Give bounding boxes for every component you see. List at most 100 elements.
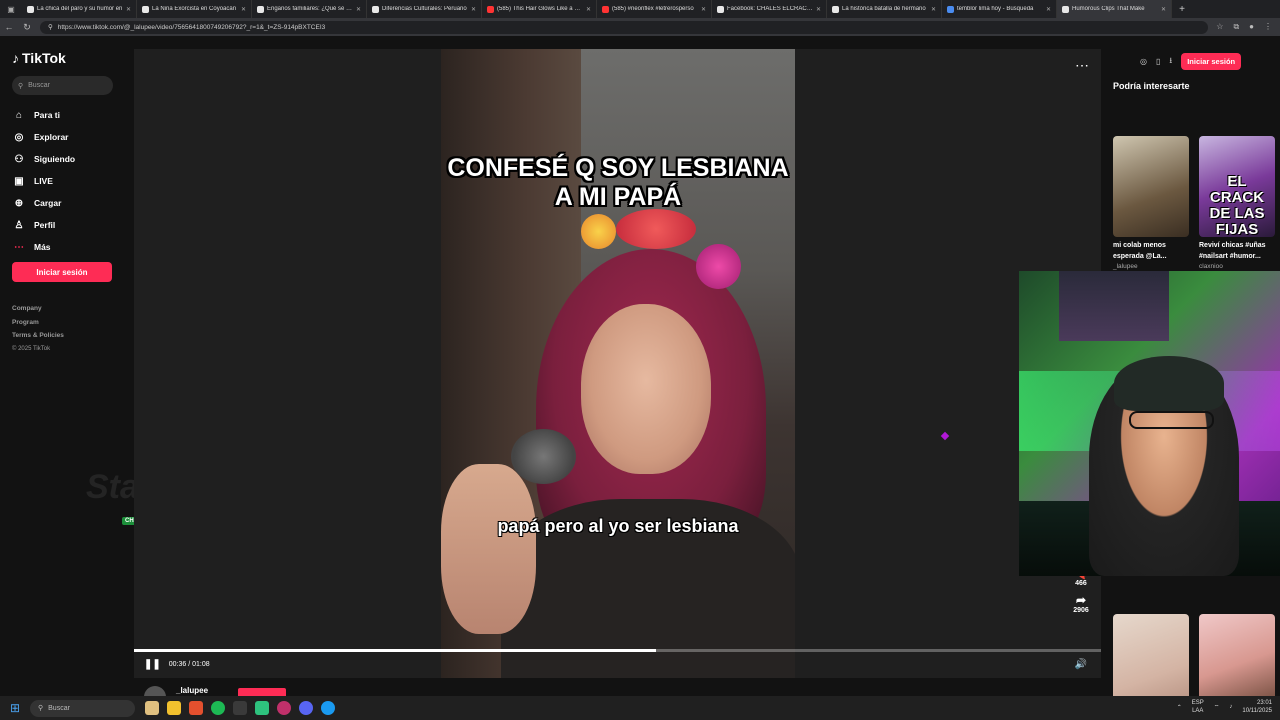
tab-close-icon[interactable]: ✕ xyxy=(126,6,131,13)
edge-icon[interactable] xyxy=(321,701,335,715)
device-icon[interactable]: ▯ xyxy=(1156,57,1160,66)
nav-item-más[interactable]: ⋯ Más xyxy=(12,236,122,258)
footer-link-terms[interactable]: Terms & Policies xyxy=(12,329,64,343)
nav-label: Perfil xyxy=(34,220,56,230)
taskbar-search[interactable]: ⚲ Buscar xyxy=(30,699,135,717)
nav-item-explorar[interactable]: ◎ Explorar xyxy=(12,126,122,148)
tab-title: Engaños familiares: ¿Qué se sie xyxy=(267,6,353,12)
site-info-icon[interactable]: ⚲ xyxy=(48,23,53,31)
sidebar: ♪ TikTok ⚲ Buscar ⌂ Para ti ◎ Explorar ⚇ Sigu… xyxy=(0,36,153,696)
video-hand xyxy=(441,464,536,634)
more-options-icon[interactable]: ⋯ xyxy=(1075,57,1089,74)
footer-link-company[interactable]: Company xyxy=(12,302,64,316)
taskbar-app-green-icon[interactable] xyxy=(255,701,269,715)
webcam-glasses xyxy=(1129,411,1214,429)
tab-close-icon[interactable]: ✕ xyxy=(1161,6,1166,13)
tab-close-icon[interactable]: ✕ xyxy=(586,6,591,13)
tab-close-icon[interactable]: ✕ xyxy=(701,6,706,13)
profile-icon[interactable]: ● xyxy=(1249,22,1254,32)
video-frame[interactable]: CONFESÉ Q SOY LESBIANA A MI PAPÁ papá pe… xyxy=(441,49,795,678)
brave-icon[interactable] xyxy=(189,701,203,715)
share-action[interactable]: ➦ 2906 xyxy=(1073,593,1089,614)
login-button[interactable]: Iniciar sesión xyxy=(12,262,112,282)
nav-item-siguiendo[interactable]: ⚇ Siguiendo xyxy=(12,148,122,170)
file-explorer-icon[interactable] xyxy=(167,701,181,715)
nav-item-para-ti[interactable]: ⌂ Para ti xyxy=(12,104,122,126)
language-indicator[interactable]: ESP LAA xyxy=(1192,699,1204,715)
spotify-icon[interactable] xyxy=(211,701,225,715)
nav-label: Explorar xyxy=(34,132,69,142)
browser-tab[interactable]: La histórica batalla de hermano ✕ xyxy=(827,0,942,18)
progress-bar[interactable] xyxy=(134,649,1101,652)
tab-title: temblor lima hoy - Búsqueda xyxy=(957,6,1034,12)
tab-close-icon[interactable]: ✕ xyxy=(471,6,476,13)
nav-label: LIVE xyxy=(34,176,53,186)
webcam-poster xyxy=(1059,271,1169,341)
taskbar-clock[interactable]: 23:01 10/11/2025 xyxy=(1242,699,1272,715)
reload-icon[interactable]: ↻ xyxy=(18,22,36,33)
tiktok-page: ♪ TikTok ⚲ Buscar ⌂ Para ti ◎ Explorar ⚇ Sigu… xyxy=(0,36,1280,715)
search-input[interactable]: ⚲ Buscar xyxy=(12,76,113,95)
browser-tab[interactable]: (585) #neonflex #letrerosperso ✕ xyxy=(597,0,712,18)
new-tab-button[interactable]: + xyxy=(1172,4,1192,15)
amd-icon[interactable] xyxy=(233,701,247,715)
nav-label: Más xyxy=(34,242,51,252)
taskbar-apps xyxy=(145,701,335,715)
browser-tab[interactable]: La Niña Exorcista en Coyoacán ✕ xyxy=(137,0,252,18)
download-icon[interactable]: ⭳ xyxy=(1169,55,1172,69)
discord-icon[interactable] xyxy=(299,701,313,715)
tab-close-icon[interactable]: ✕ xyxy=(356,6,361,13)
browser-tab[interactable]: Diferencias Culturales: Peruano ✕ xyxy=(367,0,482,18)
menu-icon[interactable]: ⋮ xyxy=(1264,22,1272,32)
card-author[interactable]: claxnioo xyxy=(1199,263,1275,270)
author-name[interactable]: _lalupee xyxy=(176,686,208,695)
nav-item-live[interactable]: ▣ LIVE xyxy=(12,170,122,192)
browser-tab[interactable]: La chica del paro y su humor en ✕ xyxy=(22,0,137,18)
recommended-video-card[interactable]: mi colab menos esperada @La... _lalupee xyxy=(1113,136,1189,270)
speaker-icon[interactable]: ♪ xyxy=(1229,704,1232,710)
browser-tab[interactable]: Engaños familiares: ¿Qué se sie ✕ xyxy=(252,0,367,18)
recommended-video-card[interactable]: EL CRACK DE LAS FIJAS Reviví chicas #uñas… xyxy=(1199,136,1275,270)
windows-start-icon[interactable]: ⊞ xyxy=(0,701,30,715)
footer-link-program[interactable]: Program xyxy=(12,316,64,330)
tab-actions-icon[interactable]: ▣ xyxy=(0,0,22,18)
nav-label: Para ti xyxy=(34,110,60,120)
tray-chevron-icon[interactable]: ⌃ xyxy=(1177,704,1182,711)
nav-item-perfil[interactable]: ♙ Perfil xyxy=(12,214,122,236)
url-field[interactable]: ⚲ https://www.tiktok.com/@_lalupee/video… xyxy=(40,20,1209,34)
video-thumbnail[interactable]: EL CRACK DE LAS FIJAS xyxy=(1199,136,1275,237)
logo-text: TikTok xyxy=(22,50,66,66)
wifi-icon[interactable]: ⌔ xyxy=(1214,703,1220,711)
video-player[interactable]: CONFESÉ Q SOY LESBIANA A MI PAPÁ papá pe… xyxy=(134,49,1101,678)
taskbar-app-widget-icon[interactable] xyxy=(145,701,159,715)
browser-tab[interactable]: (585) This Hair Glows Like a Rai ✕ xyxy=(482,0,597,18)
tab-close-icon[interactable]: ✕ xyxy=(1046,6,1051,13)
bookmark-star-icon[interactable]: ☆ xyxy=(1216,22,1223,32)
browser-tab[interactable]: Facebook: CHALES ELCRACK #l ✕ xyxy=(712,0,827,18)
extensions-icon[interactable]: ⧉ xyxy=(1233,22,1239,32)
browser-tab[interactable]: Humorous Clips That Make ✕ xyxy=(1057,0,1172,18)
volume-icon[interactable]: 🔊 xyxy=(1075,659,1087,670)
compass-icon: ◎ xyxy=(14,131,24,143)
sidebar-footer: Company Program Terms & Policies © 2025 … xyxy=(12,302,64,356)
nav-item-cargar[interactable]: ⊕ Cargar xyxy=(12,192,122,214)
video-face xyxy=(581,304,711,474)
browser-tab[interactable]: temblor lima hoy - Búsqueda ✕ xyxy=(942,0,1057,18)
video-thumbnail[interactable] xyxy=(1113,136,1189,237)
lang-layout: LAA xyxy=(1192,708,1204,714)
card-author[interactable]: _lalupee xyxy=(1113,263,1189,270)
card-caption: mi colab menos esperada @La... xyxy=(1113,242,1167,260)
tiktok-logo[interactable]: ♪ TikTok xyxy=(12,50,66,66)
tab-title: Facebook: CHALES ELCRACK #l xyxy=(727,6,813,12)
tab-close-icon[interactable]: ✕ xyxy=(931,6,936,13)
tab-title: Diferencias Culturales: Peruano xyxy=(382,6,467,12)
coins-icon[interactable]: ◎ xyxy=(1140,57,1147,66)
pause-icon[interactable]: ❚❚ xyxy=(144,659,161,670)
flower-crown-pink xyxy=(696,244,741,289)
live-icon: ▣ xyxy=(14,175,24,187)
header-login-button[interactable]: Iniciar sesión xyxy=(1181,53,1242,70)
back-icon[interactable]: ← xyxy=(0,22,18,32)
obs-icon[interactable] xyxy=(277,701,291,715)
tab-close-icon[interactable]: ✕ xyxy=(241,6,246,13)
tab-close-icon[interactable]: ✕ xyxy=(816,6,821,13)
